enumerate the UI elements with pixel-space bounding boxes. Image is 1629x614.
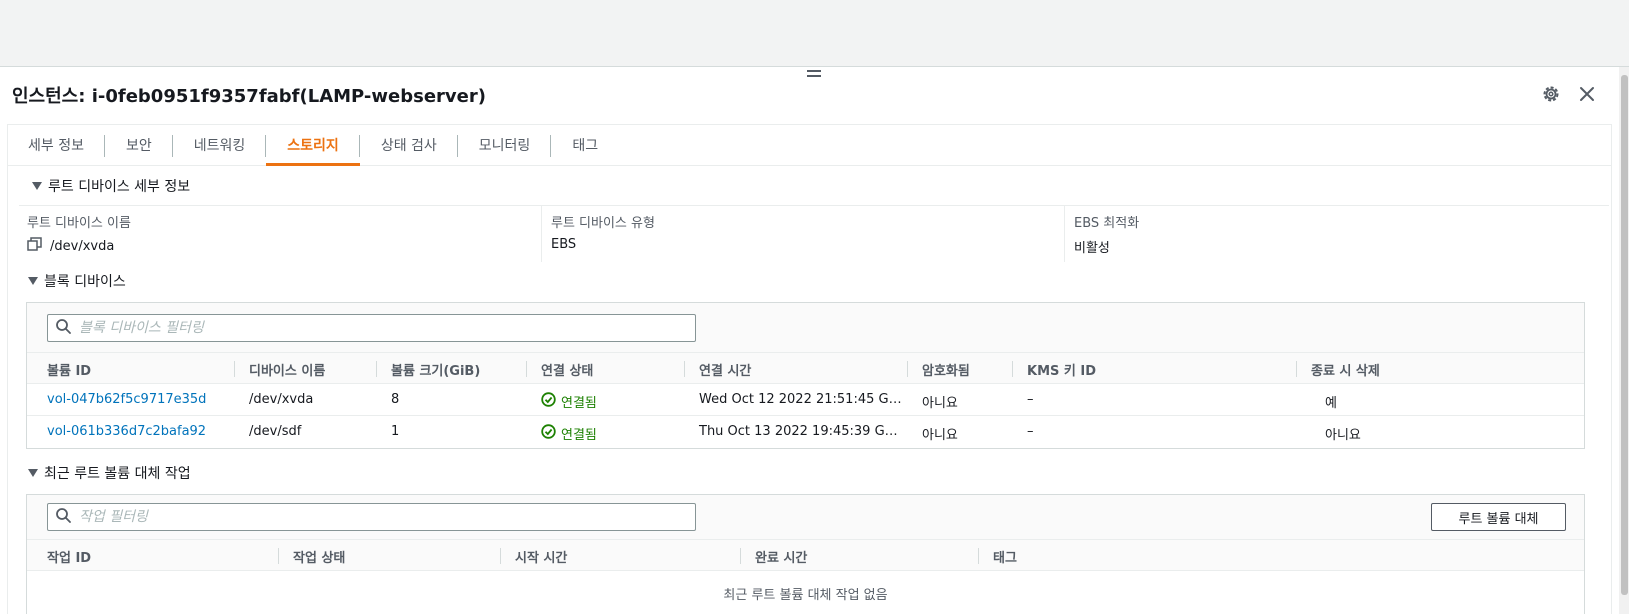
scrollbar[interactable] xyxy=(1619,67,1629,614)
block-devices-header: 볼륨 ID 디바이스 이름 볼륨 크기(GiB) 연결 상태 연결 시간 암호화… xyxy=(27,353,1584,384)
col-volume-id[interactable]: 볼륨 ID xyxy=(47,360,91,379)
encrypted: 아니요 xyxy=(922,428,958,443)
attach-status: 연결됨 xyxy=(541,392,597,411)
ebs-optimized: EBS 최적화 비활성 xyxy=(1064,206,1564,262)
table-row[interactable]: vol-061b336d7c2bafa92 /dev/sdf 1 연결됨 Thu… xyxy=(27,416,1584,448)
drag-handle-icon[interactable] xyxy=(807,70,821,78)
volume-size: 8 xyxy=(391,392,400,407)
empty-state-text: 최근 루트 볼륨 대체 작업 없음 xyxy=(723,588,888,603)
attach-time: Wed Oct 12 2022 21:51:45 G… xyxy=(699,392,902,407)
root-device-type-value: EBS xyxy=(551,237,577,252)
replace-tasks-table: 루트 볼륨 대체 작업 ID 작업 상태 시작 시간 완료 시간 태그 최근 루… xyxy=(26,494,1585,614)
col-device-name[interactable]: 디바이스 이름 xyxy=(249,360,325,379)
ebs-optimized-label: EBS 최적화 xyxy=(1074,216,1140,231)
replace-tasks-header: 작업 ID 작업 상태 시작 시간 완료 시간 태그 xyxy=(27,540,1584,571)
check-circle-icon xyxy=(541,424,556,443)
block-devices-search-input[interactable] xyxy=(79,320,659,336)
kms-key-id: – xyxy=(1027,424,1034,439)
col-encrypted[interactable]: 암호화됨 xyxy=(922,360,970,379)
tab-storage[interactable]: 스토리지 xyxy=(266,125,360,166)
replace-tasks-search-input[interactable] xyxy=(79,509,659,525)
root-device-section-toggle[interactable]: 루트 디바이스 세부 정보 xyxy=(32,176,190,196)
device-name: /dev/sdf xyxy=(249,424,302,439)
kms-key-id: – xyxy=(1027,392,1034,407)
tab-security[interactable]: 보안 xyxy=(105,125,173,165)
ebs-optimized-value: 비활성 xyxy=(1074,241,1110,256)
panel-title: 인스턴스: i-0feb0951f9357fabf(LAMP-webserver… xyxy=(12,86,486,107)
root-device-section-title: 루트 디바이스 세부 정보 xyxy=(48,179,191,195)
replace-tasks-section-title: 최근 루트 볼륨 대체 작업 xyxy=(44,466,191,482)
search-icon xyxy=(56,507,71,527)
root-device-name-label: 루트 디바이스 이름 xyxy=(27,216,131,231)
tab-networking[interactable]: 네트워킹 xyxy=(173,125,267,165)
replace-tasks-section-toggle[interactable]: 최근 루트 볼륨 대체 작업 xyxy=(28,463,191,483)
table-row[interactable]: vol-047b62f5c9717e35d /dev/xvda 8 연결됨 We… xyxy=(27,384,1584,416)
root-device-type-label: 루트 디바이스 유형 xyxy=(551,216,655,231)
root-device-details: 루트 디바이스 이름 /dev/xvda 루트 디바이스 유형 EBS EBS … xyxy=(19,205,1609,262)
root-device-type: 루트 디바이스 유형 EBS xyxy=(541,206,1046,262)
search-icon xyxy=(56,318,71,338)
block-devices-section-title: 블록 디바이스 xyxy=(44,274,126,290)
scrollbar-thumb[interactable] xyxy=(1621,75,1628,595)
caret-down-icon xyxy=(28,277,38,285)
col-attach-time[interactable]: 연결 시간 xyxy=(699,360,751,379)
tab-status-checks[interactable]: 상태 검사 xyxy=(360,125,458,165)
col-tags[interactable]: 태그 xyxy=(993,547,1017,566)
delete-on-termination: 아니요 xyxy=(1325,428,1361,443)
active-tab-indicator xyxy=(266,163,360,166)
replace-tasks-toolbar: 루트 볼륨 대체 xyxy=(27,495,1584,540)
tab-monitoring[interactable]: 모니터링 xyxy=(458,125,552,165)
replace-root-volume-button[interactable]: 루트 볼륨 대체 xyxy=(1431,503,1566,531)
block-devices-toolbar xyxy=(27,303,1584,353)
root-device-name-value: /dev/xvda xyxy=(50,238,115,254)
tab-tags[interactable]: 태그 xyxy=(551,125,619,165)
volume-id-link[interactable]: vol-061b336d7c2bafa92 xyxy=(47,424,206,439)
tab-bar: 세부 정보 보안 네트워킹 스토리지 상태 검사 모니터링 태그 xyxy=(8,125,1611,166)
delete-on-termination: 예 xyxy=(1325,396,1337,411)
copy-icon[interactable] xyxy=(27,237,42,255)
col-attach-status[interactable]: 연결 상태 xyxy=(541,360,593,379)
block-devices-search xyxy=(47,314,696,342)
col-delete-on-termination[interactable]: 종료 시 삭제 xyxy=(1311,360,1380,379)
col-complete-time[interactable]: 완료 시간 xyxy=(755,547,807,566)
volume-id-link[interactable]: vol-047b62f5c9717e35d xyxy=(47,392,206,407)
block-devices-section-toggle[interactable]: 블록 디바이스 xyxy=(28,271,126,291)
gear-icon[interactable] xyxy=(1540,83,1562,105)
block-devices-table: 볼륨 ID 디바이스 이름 볼륨 크기(GiB) 연결 상태 연결 시간 암호화… xyxy=(26,302,1585,449)
col-volume-size[interactable]: 볼륨 크기(GiB) xyxy=(391,360,480,379)
attach-status: 연결됨 xyxy=(541,424,597,443)
device-name: /dev/xvda xyxy=(249,392,314,407)
tab-details[interactable]: 세부 정보 xyxy=(8,125,105,165)
close-icon[interactable] xyxy=(1576,83,1598,105)
caret-down-icon xyxy=(28,469,38,477)
volume-size: 1 xyxy=(391,424,400,439)
col-task-id[interactable]: 작업 ID xyxy=(47,547,91,566)
col-start-time[interactable]: 시작 시간 xyxy=(515,547,567,566)
col-kms-key-id[interactable]: KMS 키 ID xyxy=(1027,360,1096,379)
encrypted: 아니요 xyxy=(922,396,958,411)
attach-time: Thu Oct 13 2022 19:45:39 G… xyxy=(699,424,898,439)
check-circle-icon xyxy=(541,392,556,411)
top-bar xyxy=(0,0,1629,67)
col-task-status[interactable]: 작업 상태 xyxy=(293,547,345,566)
replace-tasks-search xyxy=(47,503,696,531)
caret-down-icon xyxy=(32,182,42,190)
root-device-name: 루트 디바이스 이름 /dev/xvda xyxy=(27,206,527,262)
